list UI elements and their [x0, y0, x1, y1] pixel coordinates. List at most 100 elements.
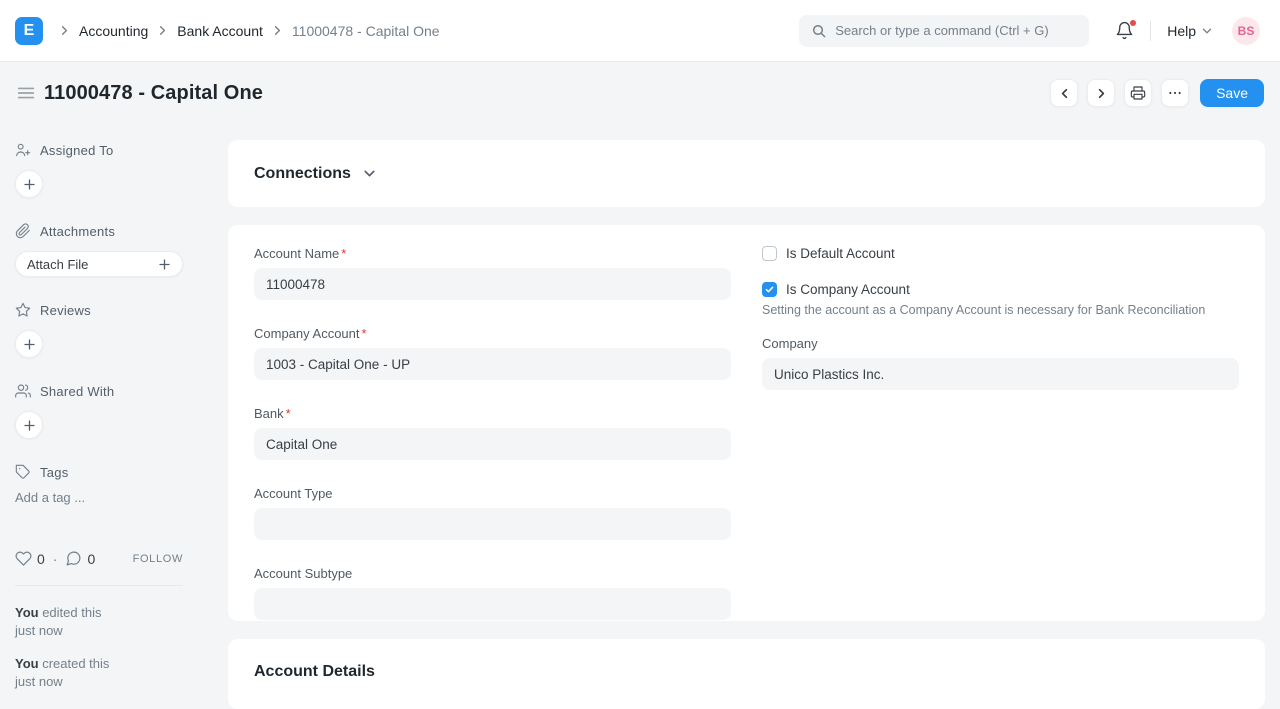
field-label-company: Company [762, 336, 1239, 351]
add-share-button[interactable] [15, 411, 43, 439]
connections-title-text: Connections [254, 165, 351, 183]
breadcrumb-current-record: 11000478 - Capital One [292, 23, 440, 39]
add-assignment-button[interactable] [15, 170, 43, 198]
required-marker: * [341, 246, 346, 261]
timeline-when: just now [15, 622, 183, 640]
tags-section: Tags [15, 464, 183, 480]
company-account-field[interactable]: 1003 - Capital One - UP [254, 348, 731, 380]
attach-file-label: Attach File [27, 257, 88, 272]
search-icon [811, 23, 827, 39]
navbar: E Accounting Bank Account 11000478 - Cap… [0, 0, 1280, 62]
save-button[interactable]: Save [1200, 79, 1264, 107]
notifications-bell-icon[interactable] [1115, 21, 1134, 40]
notification-dot [1130, 20, 1136, 26]
label-text: Company [762, 336, 818, 351]
star-icon [15, 302, 31, 318]
add-tag-input[interactable]: Add a tag ... [15, 490, 183, 505]
form-column-left: Account Name* 11000478 Company Account* … [254, 246, 731, 600]
more-options-button[interactable] [1161, 79, 1189, 107]
paperclip-icon [15, 223, 31, 239]
account-details-title: Account Details [254, 663, 1239, 681]
label-text: Account Name [254, 246, 339, 261]
is-company-account-checkbox[interactable]: Is Company Account [762, 282, 1239, 297]
sidebar-toggle-menu-icon[interactable] [15, 82, 37, 104]
account-details-section[interactable]: Account Details [228, 639, 1265, 709]
reviews-section: Reviews [15, 302, 183, 318]
navbar-divider [1150, 21, 1151, 41]
breadcrumb-accounting[interactable]: Accounting [79, 23, 148, 39]
timeline-entry: You edited this just now [15, 604, 183, 640]
tags-label: Tags [40, 465, 69, 480]
field-label-bank: Bank* [254, 406, 731, 421]
form-column-right: Is Default Account Is Company Account Se… [762, 246, 1239, 600]
assigned-to-label: Assigned To [40, 143, 113, 158]
assigned-to-section: Assigned To [15, 142, 183, 158]
navbar-right: Search or type a command (Ctrl + G) Help… [799, 15, 1260, 47]
is-default-account-checkbox[interactable]: Is Default Account [762, 246, 1239, 261]
attachments-section: Attachments [15, 223, 183, 239]
chevron-right-icon [57, 23, 72, 38]
checkbox-unchecked[interactable] [762, 246, 777, 261]
previous-record-button[interactable] [1050, 79, 1078, 107]
field-label-account-name: Account Name* [254, 246, 731, 261]
checkbox-label: Is Company Account [786, 282, 910, 297]
help-label: Help [1167, 23, 1196, 39]
heart-icon[interactable] [15, 550, 32, 567]
sidebar-divider [15, 585, 183, 586]
plus-icon [158, 258, 171, 271]
shared-with-section: Shared With [15, 383, 183, 399]
next-record-button[interactable] [1087, 79, 1115, 107]
account-name-field[interactable]: 11000478 [254, 268, 731, 300]
chevron-right-icon [270, 23, 285, 38]
timeline-actor: You [15, 605, 39, 620]
label-text: Bank [254, 406, 284, 421]
comments-count: 0 [87, 551, 95, 567]
follow-button[interactable]: FOLLOW [133, 553, 183, 565]
user-plus-icon [15, 142, 31, 158]
form-sidebar: Assigned To Attachments Attach File Revi… [15, 142, 183, 505]
company-field[interactable]: Unico Plastics Inc. [762, 358, 1239, 390]
checkbox-checked[interactable] [762, 282, 777, 297]
breadcrumb: Accounting Bank Account 11000478 - Capit… [57, 23, 440, 39]
sidebar-timeline: You edited this just now You created thi… [15, 604, 183, 706]
print-button[interactable] [1124, 79, 1152, 107]
attachments-label: Attachments [40, 224, 115, 239]
label-text: Account Type [254, 486, 333, 501]
account-type-field[interactable] [254, 508, 731, 540]
bank-account-form-section: Account Name* 11000478 Company Account* … [228, 225, 1265, 621]
connections-section[interactable]: Connections [228, 140, 1265, 207]
required-marker: * [286, 406, 291, 421]
field-label-company-account: Company Account* [254, 326, 731, 341]
label-text: Account Subtype [254, 566, 352, 581]
page-actions: Save [1050, 79, 1264, 107]
user-avatar[interactable]: BS [1232, 17, 1260, 45]
breadcrumb-bank-account[interactable]: Bank Account [177, 23, 263, 39]
separator-dot: · [53, 551, 58, 567]
checkbox-label: Is Default Account [786, 246, 895, 261]
app-logo-icon[interactable]: E [15, 17, 43, 45]
timeline-when: just now [15, 673, 183, 691]
attach-file-button[interactable]: Attach File [15, 251, 183, 277]
help-menu[interactable]: Help [1167, 23, 1214, 39]
account-subtype-field[interactable] [254, 588, 731, 620]
field-label-account-type: Account Type [254, 486, 731, 501]
likes-count: 0 [37, 551, 45, 567]
search-input[interactable]: Search or type a command (Ctrl + G) [799, 15, 1089, 47]
field-label-account-subtype: Account Subtype [254, 566, 731, 581]
add-review-button[interactable] [15, 330, 43, 358]
social-row: 0 · 0 FOLLOW [15, 550, 183, 567]
chevron-down-icon [361, 165, 378, 182]
check-icon [764, 284, 775, 295]
comment-icon[interactable] [65, 550, 82, 567]
timeline-entry: You created this just now [15, 655, 183, 691]
required-marker: * [362, 326, 367, 341]
chevron-down-icon [1200, 24, 1214, 38]
chevron-right-icon [155, 23, 170, 38]
timeline-action: created this [39, 656, 110, 671]
account-details-title-text: Account Details [254, 663, 375, 681]
page-head: 11000478 - Capital One Save [0, 62, 1280, 124]
tag-icon [15, 464, 31, 480]
label-text: Company Account [254, 326, 360, 341]
bank-field[interactable]: Capital One [254, 428, 731, 460]
timeline-actor: You [15, 656, 39, 671]
